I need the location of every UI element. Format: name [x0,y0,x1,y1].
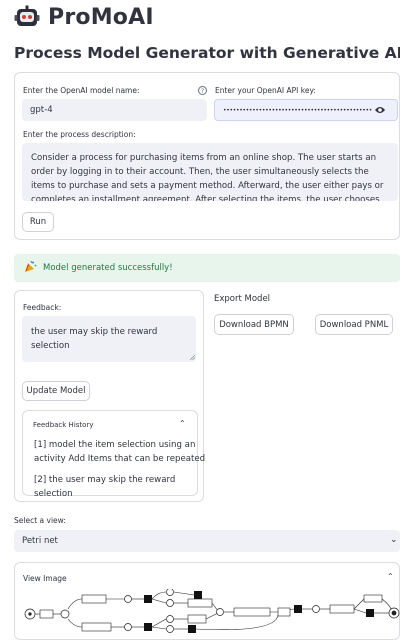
view-select[interactable]: Petri net [14,530,400,552]
update-model-button[interactable]: Update Model [22,381,90,401]
feedback-history-title[interactable]: Feedback History [33,421,93,429]
view-select-label: Select a view: [14,516,66,525]
petri-net-diagram [24,589,400,633]
chevron-up-icon[interactable]: ⌃ [387,572,394,581]
description-label: Enter the process description: [23,130,136,139]
history-item-2: [2] the user may skip the reward selecti… [34,475,176,499]
process-description-input[interactable]: Consider a process for purchasing items … [22,143,398,201]
settings-card: Enter the OpenAI model name: ? gpt-4 Ent… [14,72,400,240]
api-key-label: Enter your OpenAI API key: [215,86,316,95]
export-title: Export Model [214,294,271,304]
run-button[interactable]: Run [22,212,54,232]
eye-icon[interactable] [374,105,386,115]
help-icon[interactable]: ? [198,86,207,95]
history-item-1: [1] model the item selection using an ac… [34,440,206,464]
model-name-input[interactable]: gpt-4 [22,99,207,121]
app-title: ProMoAI [48,4,154,30]
download-pnml-button[interactable]: Download PNML [315,314,393,335]
party-icon [24,260,37,276]
page-subtitle: Process Model Generator with Generative … [14,44,400,62]
download-bpmn-button[interactable]: Download BPMN [214,314,294,335]
robot-logo-icon [14,5,40,26]
view-image-title[interactable]: View Image [23,574,67,583]
success-message: Model generated successfully! [43,263,173,273]
brand-header: ProMoAI [14,4,154,30]
resize-handle-icon[interactable] [190,355,195,360]
view-image-card: View Image ⌃ [14,562,400,640]
feedback-input[interactable]: the user may skip the reward selection [22,316,196,362]
feedback-label: Feedback: [23,303,62,312]
chevron-down-icon[interactable]: ⌄ [390,535,398,545]
api-key-value: ••••••••••••••••••••••••••••••••••••••••… [223,106,372,114]
model-name-label: Enter the OpenAI model name: [23,86,140,95]
feedback-card: Feedback: the user may skip the reward s… [14,290,206,502]
chevron-up-icon[interactable]: ⌃ [179,419,186,428]
api-key-input[interactable]: ••••••••••••••••••••••••••••••••••••••••… [214,99,398,121]
view-selected-value: Petri net [22,536,58,546]
success-alert: Model generated successfully! [14,254,400,282]
